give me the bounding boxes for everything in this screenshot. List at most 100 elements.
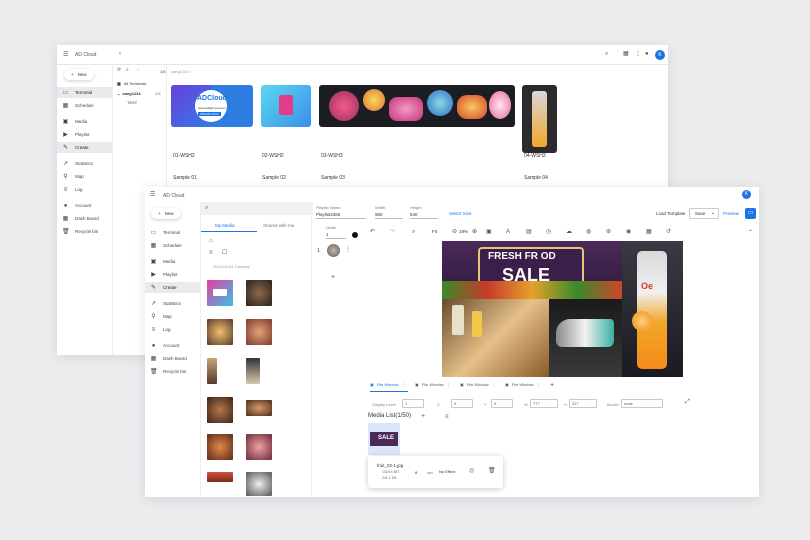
sidebar-item-recycle-bin[interactable]: 🗑 Recycle bin <box>57 226 112 237</box>
cloud-icon[interactable]: ☁ <box>566 229 572 235</box>
undo-icon[interactable]: ↶ <box>370 229 375 235</box>
avatar[interactable]: K <box>742 190 751 199</box>
window-tab[interactable]: ▣ File Window ⋮ <box>505 382 541 387</box>
sidebar-item-schedule[interactable]: ▦ Schedule <box>145 240 200 251</box>
width-field[interactable]: Width 960 <box>375 205 403 219</box>
more-icon[interactable]: ⋮ <box>402 382 406 387</box>
new-button[interactable]: + New <box>64 69 94 80</box>
height-field[interactable]: Height 540 <box>410 205 438 219</box>
sidebar-item-log[interactable]: ≡ Log <box>145 324 200 335</box>
sidebar-item-map[interactable]: ⚲ Map <box>57 171 112 182</box>
effect[interactable]: No Effect <box>439 469 455 474</box>
list-icon[interactable]: ≡ <box>445 414 449 420</box>
sidebar-item-terminal[interactable]: ▭ Terminal <box>145 227 200 238</box>
sidebar-item-recycle-bin[interactable]: 🗑 Recycle bin <box>145 366 200 377</box>
window-tab[interactable]: ▣ File Window ⋮ <box>415 382 451 387</box>
media-thumb[interactable] <box>246 358 260 384</box>
grid-icon[interactable]: ▦ <box>623 51 629 57</box>
media-thumb[interactable] <box>207 397 233 423</box>
media-thumb[interactable] <box>207 434 233 460</box>
sidebar-item-create[interactable]: ✎ Create <box>57 142 112 153</box>
media-thumb[interactable] <box>207 319 233 345</box>
rss-icon[interactable]: ⊛ <box>606 229 611 235</box>
media-thumb[interactable] <box>246 319 272 345</box>
group-node[interactable]: ⌄ sang1234 <box>117 91 141 96</box>
card-thumbnail[interactable] <box>522 85 557 153</box>
select-all-icon[interactable]: ☐ <box>222 250 227 256</box>
sidebar-item-statistics[interactable]: ↗ Statistics <box>57 158 112 169</box>
zoom-out-icon[interactable]: ⊖ <box>452 229 457 235</box>
sidebar-item-statistics[interactable]: ↗ Statistics <box>145 298 200 309</box>
more-icon[interactable]: ⋮ <box>447 382 451 387</box>
card-thumbnail[interactable] <box>319 85 515 127</box>
media-thumb[interactable] <box>207 472 233 482</box>
search-icon[interactable]: ⌕ <box>605 51 608 57</box>
add-media-icon[interactable]: + <box>421 413 425 420</box>
media-thumb[interactable] <box>207 280 233 306</box>
chevron-up-icon[interactable]: ⌃ <box>748 230 753 236</box>
tree-child[interactable]: TEST <box>127 100 137 105</box>
add-slot-icon[interactable]: + <box>331 274 335 281</box>
sidebar-item-media[interactable]: ▣ Media <box>57 116 112 127</box>
sidebar-item-log[interactable]: ≡ Log <box>57 184 112 195</box>
info-icon[interactable]: ● <box>645 51 649 57</box>
sidebar-item-playlist[interactable]: ▶ Playlist <box>145 269 200 280</box>
media-thumb[interactable] <box>246 400 272 416</box>
load-template-button[interactable]: Load Template <box>656 211 685 216</box>
duration[interactable]: 8 <box>415 470 417 475</box>
menu-icon[interactable]: ☰ <box>150 192 155 198</box>
sidebar-item-dash-board[interactable]: ▦ Dash Board <box>145 353 200 364</box>
media-list-item[interactable]: SALE <box>368 423 400 455</box>
window-tab[interactable]: ▣ File Window ⋮ <box>370 382 408 392</box>
qr-icon[interactable]: ▦ <box>646 229 652 235</box>
more-icon[interactable]: ⋮ <box>537 382 541 387</box>
border-select[interactable]: none <box>621 399 663 408</box>
sidebar-item-map[interactable]: ⚲ Map <box>145 311 200 322</box>
canvas[interactable]: FRESH FR OD SALE 2.5.0 Oe <box>442 241 683 377</box>
fullscreen-icon[interactable]: ⤢ <box>685 399 690 405</box>
sidebar-item-media[interactable]: ▣ Media <box>145 256 200 267</box>
sidebar-item-account[interactable]: ● Account <box>57 200 112 211</box>
media-thumb[interactable] <box>246 434 272 460</box>
globe-icon[interactable]: ◍ <box>586 229 591 235</box>
menu-icon[interactable]: ☰ <box>63 52 68 58</box>
refresh-icon[interactable]: ⟳ <box>117 68 121 73</box>
search-field[interactable]: ≡ <box>137 68 139 72</box>
image-icon[interactable]: ▣ <box>486 229 492 235</box>
add-window-icon[interactable]: + <box>550 382 554 389</box>
more-icon[interactable]: ⋮ <box>345 247 351 253</box>
webcam-icon[interactable]: ◉ <box>626 229 631 235</box>
tab-my-media[interactable]: My Media <box>215 223 235 228</box>
select-size-link[interactable]: Select Size <box>449 211 472 216</box>
order-select[interactable]: Order 1 <box>326 225 346 239</box>
chevron-left-icon[interactable]: ‹ <box>119 51 121 57</box>
sidebar-item-create[interactable]: ✎ Create <box>145 282 200 293</box>
sidebar-item-account[interactable]: ● Account <box>145 340 200 351</box>
h-input[interactable]: 227 <box>569 399 597 408</box>
color-picker[interactable] <box>352 232 358 238</box>
window-tab[interactable]: ▣ File Window ⋮ <box>460 382 496 387</box>
preview-button[interactable]: ▭ <box>745 208 756 219</box>
media-thumb[interactable] <box>246 280 272 306</box>
more-icon[interactable]: ⋮ <box>492 382 496 387</box>
all-terminals[interactable]: ▦ All Terminals <box>117 81 146 86</box>
home-icon[interactable]: ⌂ <box>209 238 213 244</box>
delete-icon[interactable]: 🗑 <box>488 468 496 474</box>
x-input[interactable]: 0 <box>451 399 473 408</box>
slot-thumb[interactable] <box>327 244 340 257</box>
media-thumb[interactable] <box>246 472 272 496</box>
search-icon[interactable]: ⌕ <box>126 68 129 73</box>
tab-shared[interactable]: Shared with me <box>263 223 294 228</box>
save-button[interactable]: Save ⌄ <box>689 208 719 219</box>
breadcrumb[interactable]: sang1234 › <box>171 69 191 74</box>
new-button[interactable]: + New <box>151 208 181 219</box>
avatar[interactable]: K <box>655 50 665 60</box>
clock-icon[interactable]: ◷ <box>546 229 551 235</box>
visibility-icon[interactable]: ◎ <box>469 468 474 474</box>
display-level-select[interactable]: 1 <box>402 399 424 408</box>
fit-button[interactable]: Fit <box>432 229 437 234</box>
zoom-icon[interactable]: ⌕ <box>412 229 415 235</box>
list-view-icon[interactable]: ≡ <box>209 250 213 256</box>
playlist-name-field[interactable]: Playlist Name Playlist4366 <box>316 205 366 219</box>
sidebar-item-schedule[interactable]: ▦ Schedule <box>57 100 112 111</box>
